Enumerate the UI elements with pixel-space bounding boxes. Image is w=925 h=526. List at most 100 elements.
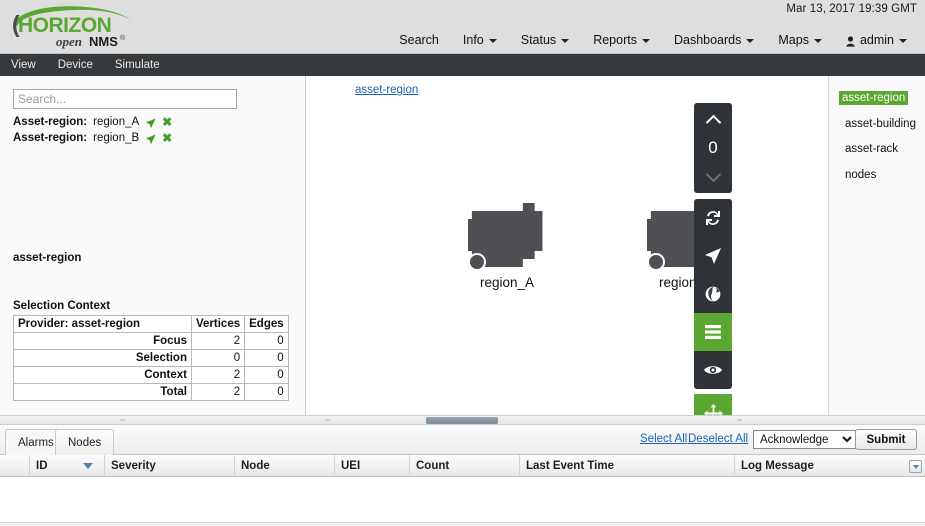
- grid-col-severity[interactable]: Severity: [105, 455, 235, 477]
- table-header-row: Provider: asset-region Vertices Edges: [14, 316, 289, 333]
- header-datetime: Mar 13, 2017 19:39 GMT: [786, 3, 917, 15]
- cell-edges: 0: [245, 384, 289, 401]
- svg-text:open: open: [56, 34, 82, 49]
- svg-text:®: ®: [120, 34, 126, 42]
- nav-item-dashboards[interactable]: Dashboards: [662, 31, 766, 49]
- grid-col-count[interactable]: Count: [410, 455, 520, 477]
- status-dot-icon: [647, 253, 665, 271]
- row-label-focus: Focus: [14, 333, 192, 350]
- grid-col-last-event-time[interactable]: Last Event Time: [520, 455, 735, 477]
- grid-col-log-message[interactable]: Log Message: [735, 455, 925, 477]
- chevron-down-icon: [489, 39, 497, 43]
- layers-button[interactable]: [694, 313, 732, 351]
- zoom-out-button[interactable]: [694, 163, 732, 189]
- col-provider: Provider: asset-region: [14, 316, 192, 333]
- focus-item-name: region_B: [93, 132, 139, 144]
- app-header: ( HORIZON open NMS ® Mar 13, 2017 19:39 …: [0, 0, 925, 54]
- chevron-down-icon: [561, 39, 569, 43]
- remove-x-icon[interactable]: ✖: [162, 117, 172, 128]
- left-sidebar: Asset-region: region_A ✖ Asset-region: r…: [0, 76, 306, 423]
- refresh-icon: [704, 209, 722, 227]
- layers-icon: [704, 324, 722, 340]
- nav-item-search[interactable]: Search: [387, 31, 451, 49]
- row-label-selection: Selection: [14, 350, 192, 367]
- cell-vertices: 2: [192, 384, 245, 401]
- visibility-button[interactable]: [694, 351, 732, 389]
- nav-label-status: Status: [521, 33, 556, 47]
- focus-group-title: asset-region: [13, 252, 81, 264]
- top-navigation: Search Info Status Reports Dashboards Ma…: [387, 31, 919, 49]
- menu-item-simulate[interactable]: Simulate: [104, 54, 171, 76]
- nav-item-status[interactable]: Status: [509, 31, 581, 49]
- chevron-down-icon: [913, 465, 919, 469]
- cell-vertices: 2: [192, 367, 245, 384]
- grid-column-menu-button[interactable]: [909, 460, 922, 473]
- selection-context-table: Provider: asset-region Vertices Edges Fo…: [13, 315, 289, 401]
- nav-label-dashboards: Dashboards: [674, 33, 741, 47]
- chevron-down-icon: [746, 39, 754, 43]
- locate-arrow-icon: [704, 247, 722, 265]
- vertex-region-a[interactable]: region_A: [468, 199, 546, 271]
- focus-item-name: region_A: [93, 116, 139, 128]
- zoom-control: 0: [694, 103, 732, 193]
- center-button[interactable]: [694, 237, 732, 275]
- status-dot-icon: [468, 253, 486, 271]
- cell-edges: 0: [245, 333, 289, 350]
- refresh-button[interactable]: [694, 199, 732, 237]
- main-area: Asset-region: region_A ✖ Asset-region: r…: [0, 76, 925, 423]
- table-row: Context 2 0: [14, 367, 289, 384]
- splitter-dot: [737, 419, 742, 421]
- grid-col-node[interactable]: Node: [235, 455, 335, 477]
- cell-edges: 0: [245, 350, 289, 367]
- geo-map-button[interactable]: [694, 275, 732, 313]
- user-icon: [846, 36, 855, 47]
- grid-col-checkbox[interactable]: [0, 455, 30, 477]
- splitter-grip[interactable]: [426, 417, 498, 424]
- focus-item-region-b[interactable]: Asset-region: region_B ✖: [13, 132, 172, 144]
- remove-x-icon[interactable]: ✖: [162, 133, 172, 144]
- grid-col-id[interactable]: ID: [30, 455, 105, 477]
- grid-col-uei[interactable]: UEI: [335, 455, 410, 477]
- focus-item-prefix: Asset-region:: [13, 132, 87, 144]
- tab-nodes[interactable]: Nodes: [55, 429, 114, 455]
- sort-descending-icon[interactable]: [83, 463, 93, 469]
- sidebar-item-asset-rack[interactable]: asset-rack: [842, 142, 901, 156]
- nav-item-admin[interactable]: admin: [834, 31, 919, 49]
- chevron-down-icon: [899, 39, 907, 43]
- panel-splitter[interactable]: [0, 415, 925, 425]
- nav-label-maps: Maps: [778, 33, 809, 47]
- submit-button[interactable]: Submit: [855, 429, 917, 450]
- menu-item-device[interactable]: Device: [47, 54, 104, 76]
- horizon-logo[interactable]: ( HORIZON open NMS ®: [8, 4, 138, 50]
- chevron-up-icon: [705, 114, 721, 130]
- zoom-in-button[interactable]: [694, 107, 732, 133]
- focus-item-region-a[interactable]: Asset-region: region_A ✖: [13, 116, 172, 128]
- sidebar-item-asset-region[interactable]: asset-region: [839, 91, 908, 105]
- alarm-grid-header: ID Severity Node UEI Count Last Event Ti…: [0, 455, 925, 477]
- cell-edges: 0: [245, 367, 289, 384]
- table-row: Focus 2 0: [14, 333, 289, 350]
- search-input[interactable]: [13, 89, 237, 109]
- zoom-level-value: 0: [694, 133, 732, 163]
- menu-item-view[interactable]: View: [0, 54, 47, 76]
- topology-menubar: View Device Simulate: [0, 54, 925, 76]
- sidebar-item-asset-building[interactable]: asset-building: [842, 117, 919, 131]
- row-label-total: Total: [14, 384, 192, 401]
- svg-text:NMS: NMS: [89, 34, 118, 49]
- nav-label-reports: Reports: [593, 33, 637, 47]
- nav-item-info[interactable]: Info: [451, 31, 509, 49]
- deselect-all-link[interactable]: Deselect All: [688, 433, 748, 445]
- sidebar-item-nodes[interactable]: nodes: [842, 168, 879, 182]
- breadcrumb[interactable]: asset-region: [355, 84, 418, 96]
- locate-arrow-icon[interactable]: [145, 118, 156, 129]
- splitter-dot: [120, 419, 125, 421]
- topology-canvas[interactable]: asset-region region_A region_B: [307, 76, 828, 423]
- select-all-link[interactable]: Select All: [640, 433, 687, 445]
- alarm-grid-body: [0, 477, 925, 522]
- table-row: Total 2 0: [14, 384, 289, 401]
- nav-item-reports[interactable]: Reports: [581, 31, 662, 49]
- vertex-label: region_A: [468, 275, 546, 290]
- nav-item-maps[interactable]: Maps: [766, 31, 834, 49]
- locate-arrow-icon[interactable]: [145, 134, 156, 145]
- alarm-action-select[interactable]: Acknowledge Unacknowledge Escalate Clear: [753, 430, 856, 449]
